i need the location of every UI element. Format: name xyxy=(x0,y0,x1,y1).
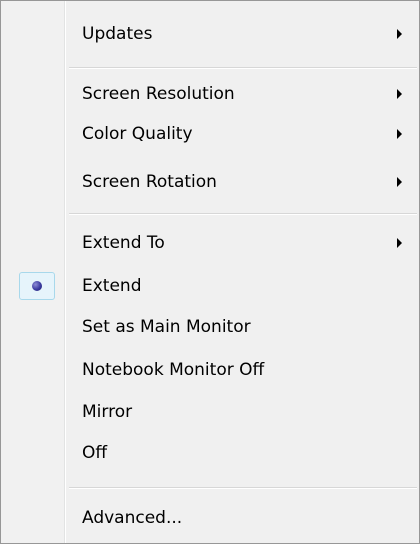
menu-item-extend[interactable]: Extend xyxy=(4,266,416,306)
menu-item-label: Advanced... xyxy=(82,508,183,528)
menu-item-label: Updates xyxy=(82,24,153,44)
menu-item-off[interactable]: Off xyxy=(4,433,416,473)
menu-separator xyxy=(69,487,417,489)
menu-item-notebook-monitor-off[interactable]: Notebook Monitor Off xyxy=(4,350,416,390)
menu-item-label: Color Quality xyxy=(82,124,193,144)
submenu-arrow-icon xyxy=(397,89,402,99)
menu-item-label: Screen Resolution xyxy=(82,84,235,104)
menu-item-label: Extend To xyxy=(82,233,165,253)
menu-item-set-as-main-monitor[interactable]: Set as Main Monitor xyxy=(4,307,416,347)
menu-item-screen-rotation[interactable]: Screen Rotation xyxy=(4,162,416,202)
menu-separator xyxy=(69,67,417,69)
menu-item-label: Mirror xyxy=(82,402,133,422)
menu-item-mirror[interactable]: Mirror xyxy=(4,392,416,432)
menu-item-label: Notebook Monitor Off xyxy=(82,360,265,380)
menu-item-label: Off xyxy=(82,443,108,463)
menu-item-updates[interactable]: Updates xyxy=(4,14,416,54)
radio-check-box xyxy=(19,272,55,300)
submenu-arrow-icon xyxy=(397,129,402,139)
submenu-arrow-icon xyxy=(397,29,402,39)
menu-item-color-quality[interactable]: Color Quality xyxy=(4,114,416,154)
menu-separator xyxy=(69,213,417,215)
context-menu: Updates Screen Resolution Color Quality … xyxy=(0,0,420,544)
menu-item-advanced[interactable]: Advanced... xyxy=(4,498,416,538)
menu-item-extend-to[interactable]: Extend To xyxy=(4,223,416,263)
submenu-arrow-icon xyxy=(397,238,402,248)
menu-item-label: Screen Rotation xyxy=(82,172,217,192)
menu-item-label: Set as Main Monitor xyxy=(82,317,251,337)
radio-selected-icon xyxy=(32,281,42,291)
submenu-arrow-icon xyxy=(397,177,402,187)
menu-item-screen-resolution[interactable]: Screen Resolution xyxy=(4,74,416,114)
menu-item-label: Extend xyxy=(82,276,142,296)
